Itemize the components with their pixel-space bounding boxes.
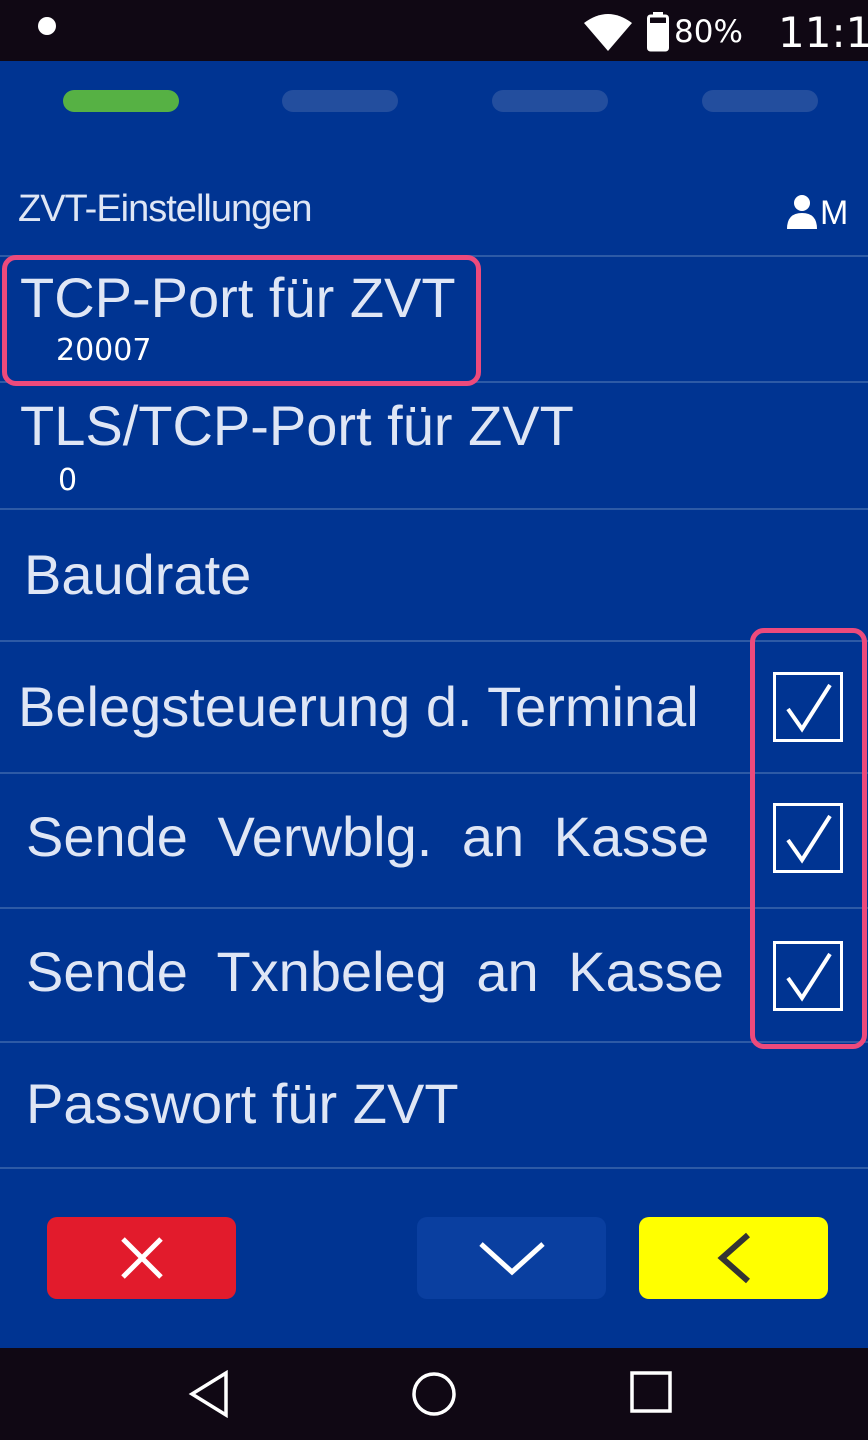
progress-step-2 <box>282 90 398 112</box>
divider <box>0 1167 868 1169</box>
setting-tls-tcp-port[interactable]: TLS/TCP-Port für ZVT 0 <box>0 383 868 508</box>
highlight-box <box>750 628 867 1049</box>
setting-belegsteuerung[interactable]: Belegsteuerung d. Terminal <box>0 642 868 772</box>
setting-label: Passwort für ZVT <box>26 1072 459 1135</box>
back-button[interactable] <box>639 1217 828 1299</box>
user-level-badge: M <box>786 190 848 230</box>
chevron-left-icon <box>716 1232 750 1284</box>
nav-recents-icon[interactable] <box>629 1370 673 1414</box>
clock: 11:11 <box>778 8 868 57</box>
battery-percentage: 80% <box>674 14 743 50</box>
system-navigation-bar <box>0 1348 868 1440</box>
battery-icon <box>647 12 669 52</box>
progress-step-1 <box>63 90 179 112</box>
setting-label: Sende Verwblg. an Kasse <box>26 805 710 868</box>
wifi-icon <box>584 14 632 51</box>
setting-label: TLS/TCP-Port für ZVT <box>20 394 574 457</box>
progress-step-3 <box>492 90 608 112</box>
notification-dot-icon <box>38 17 56 35</box>
setting-value: 0 <box>58 463 78 498</box>
setting-sende-verwblg[interactable]: Sende Verwblg. an Kasse <box>0 774 868 907</box>
page-title: ZVT-Einstellungen <box>18 188 312 230</box>
user-icon <box>787 195 817 229</box>
setting-passwort[interactable]: Passwort für ZVT <box>0 1043 868 1167</box>
scroll-down-button[interactable] <box>417 1217 606 1299</box>
setting-label: Belegsteuerung d. Terminal <box>18 675 699 738</box>
status-bar: 80% 11:11 <box>0 0 868 61</box>
user-level-letter: M <box>820 194 849 232</box>
nav-home-icon[interactable] <box>410 1370 458 1418</box>
chevron-down-icon <box>478 1242 545 1276</box>
setting-baudrate[interactable]: Baudrate <box>0 510 868 640</box>
setting-label: Sende Txnbeleg an Kasse <box>26 940 724 1003</box>
setting-sende-txnbeleg[interactable]: Sende Txnbeleg an Kasse <box>0 909 868 1041</box>
setting-label: Baudrate <box>24 543 252 606</box>
nav-back-icon[interactable] <box>188 1370 230 1418</box>
cancel-button[interactable] <box>47 1217 236 1299</box>
highlight-box <box>2 255 481 386</box>
close-icon <box>120 1237 163 1279</box>
step-progress <box>0 90 868 112</box>
progress-step-4 <box>702 90 818 112</box>
